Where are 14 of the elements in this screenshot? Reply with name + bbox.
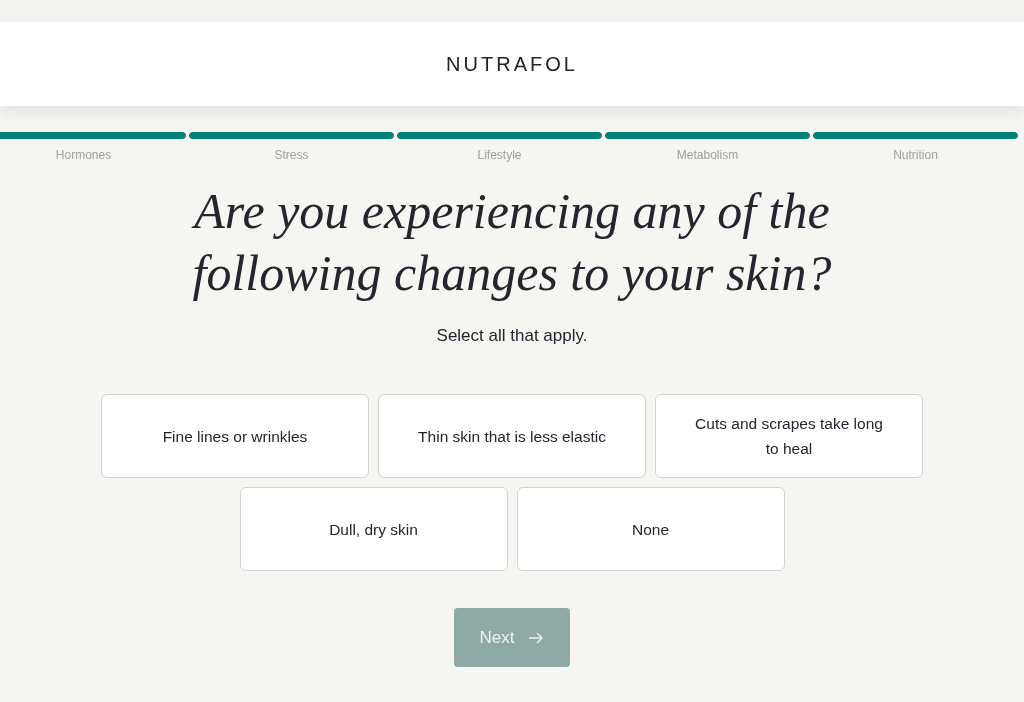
answer-option[interactable]: Dull, dry skin [239, 487, 508, 571]
brand-logo: NUTRAFOL [446, 52, 578, 76]
step-label: Lifestyle [477, 148, 522, 162]
answer-option[interactable]: Fine lines or wrinkles [101, 394, 369, 478]
question-title: Are you experiencing any of the following changes to your skin? [190, 182, 833, 303]
answer-option[interactable]: Cuts and scrapes take long to heal [655, 394, 923, 478]
instruction-text: Select all that apply. [435, 326, 589, 346]
answer-option[interactable]: None [516, 487, 785, 571]
answer-option[interactable]: Thin skin that is less elastic [378, 394, 646, 478]
step-label: Stress [274, 148, 309, 162]
step-label: Hormones [55, 148, 112, 162]
arrow-right-icon [528, 631, 545, 644]
step-label: Nutrition [893, 148, 938, 162]
step-label: Metabolism [676, 148, 739, 162]
